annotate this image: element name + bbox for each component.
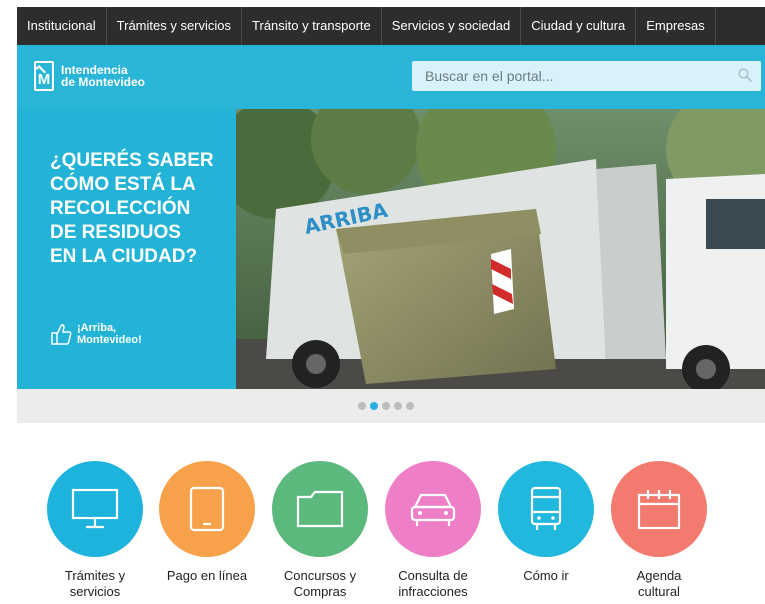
nav-transito-y-transporte[interactable]: Tránsito y transporte bbox=[242, 7, 382, 45]
nav-ciudad-y-cultura[interactable]: Ciudad y cultura bbox=[521, 7, 637, 45]
site-header: M Intendencia de Montevideo bbox=[17, 45, 765, 109]
carousel-dot[interactable] bbox=[358, 402, 366, 410]
bus-icon bbox=[530, 486, 562, 530]
carousel-dot[interactable] bbox=[382, 402, 390, 410]
quicklink-como-ir[interactable]: Cómo ir bbox=[491, 461, 601, 584]
carousel-dot[interactable] bbox=[370, 402, 378, 410]
hero-text-panel: ¿QUERÉS SABER CÓMO ESTÁ LA RECOLECCIÓN D… bbox=[17, 109, 236, 389]
quicklink-agenda[interactable]: Agenda cultural bbox=[604, 461, 714, 600]
carousel-dot[interactable] bbox=[394, 402, 402, 410]
carousel-bar bbox=[17, 389, 765, 423]
thumbs-up-icon bbox=[51, 324, 72, 345]
logo-text: Intendencia de Montevideo bbox=[61, 64, 145, 88]
quicklink-pago[interactable]: Pago en línea bbox=[152, 461, 262, 584]
folder-icon bbox=[296, 490, 344, 528]
hero-photo: ARRIBA bbox=[236, 109, 765, 389]
carousel-dots bbox=[358, 402, 418, 410]
quick-links: Trámites y servicios Pago en línea Concu… bbox=[40, 461, 730, 604]
search-input[interactable] bbox=[412, 61, 761, 91]
quicklink-circle bbox=[159, 461, 255, 557]
quicklink-infracciones[interactable]: Consulta de infracciones bbox=[378, 461, 488, 600]
nav-institucional[interactable]: Institucional bbox=[17, 7, 107, 45]
quicklink-tramites[interactable]: Trámites y servicios bbox=[40, 461, 150, 600]
quicklink-circle bbox=[272, 461, 368, 557]
hero-brand: ¡Arriba, Montevideo! bbox=[50, 322, 142, 346]
nav-tramites-y-servicios[interactable]: Trámites y servicios bbox=[107, 7, 243, 45]
top-navigation: Institucional Trámites y servicios Tráns… bbox=[17, 7, 765, 45]
site-logo[interactable]: M Intendencia de Montevideo bbox=[34, 61, 145, 91]
calendar-icon bbox=[637, 490, 681, 530]
quicklink-circle bbox=[611, 461, 707, 557]
quicklink-circle bbox=[385, 461, 481, 557]
quicklink-circle bbox=[498, 461, 594, 557]
quicklink-concursos[interactable]: Concursos y Compras bbox=[265, 461, 375, 600]
logo-icon: M bbox=[34, 61, 54, 91]
carousel-dot[interactable] bbox=[406, 402, 414, 410]
quicklink-circle bbox=[47, 461, 143, 557]
tablet-icon bbox=[189, 486, 225, 532]
hero-banner[interactable]: ¿QUERÉS SABER CÓMO ESTÁ LA RECOLECCIÓN D… bbox=[17, 109, 765, 389]
nav-empresas[interactable]: Empresas bbox=[636, 7, 716, 45]
search-icon[interactable] bbox=[738, 68, 752, 82]
nav-servicios-y-sociedad[interactable]: Servicios y sociedad bbox=[382, 7, 522, 45]
hero-headline: ¿QUERÉS SABER CÓMO ESTÁ LA RECOLECCIÓN D… bbox=[50, 150, 214, 267]
logo-line-2: de Montevideo bbox=[61, 75, 146, 89]
car-icon bbox=[410, 493, 456, 526]
monitor-icon bbox=[71, 488, 119, 529]
search-box bbox=[412, 61, 761, 91]
